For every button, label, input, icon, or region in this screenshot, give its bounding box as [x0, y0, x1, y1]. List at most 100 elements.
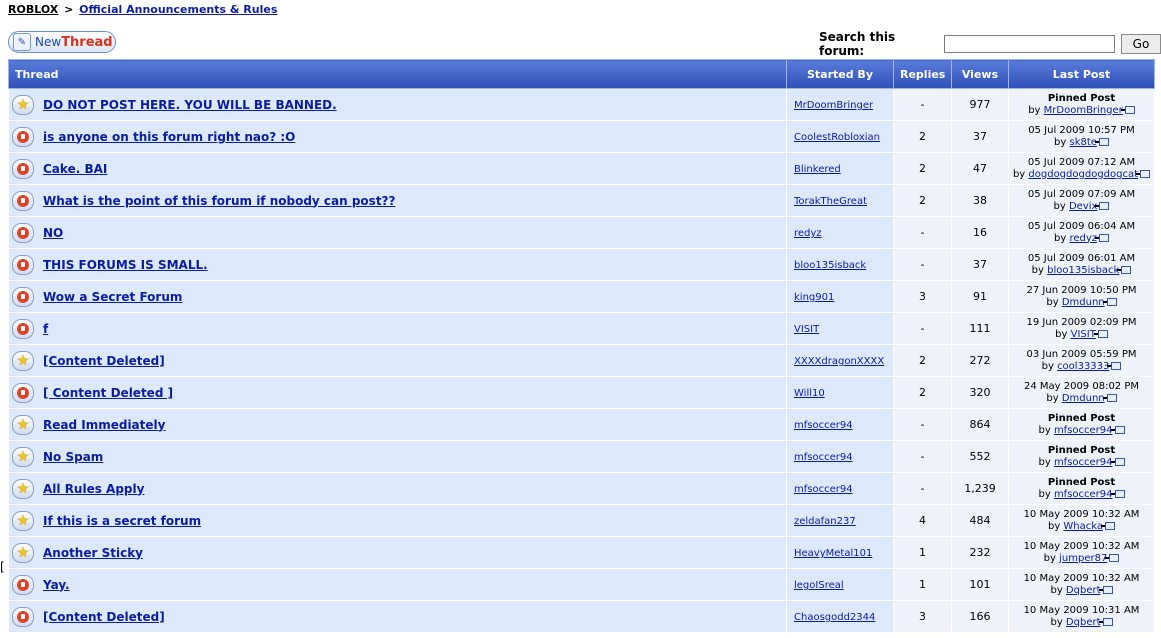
author-link[interactable]: mfsoccer94 — [794, 484, 853, 495]
thread-table: Thread Started By Replies Views Last Pos… — [8, 59, 1155, 633]
thread-title-link[interactable]: THIS FORUMS IS SMALL. — [43, 258, 208, 272]
last-post-author-link[interactable]: cool33333 — [1057, 361, 1109, 372]
go-button[interactable]: Go — [1121, 34, 1161, 54]
last-post-author-link[interactable]: bloo135isback — [1047, 265, 1119, 276]
replies-cell: - — [893, 88, 952, 121]
author-link[interactable]: Chaosgodd2344 — [794, 612, 875, 623]
last-post-cell: 05 Jul 2009 07:09 AM by Devix — [1008, 184, 1155, 217]
started-by-cell: mfsoccer94 — [786, 472, 894, 505]
go-to-last-post-icon[interactable] — [1105, 553, 1120, 562]
thread-title-link[interactable]: Yay. — [43, 578, 70, 592]
go-to-last-post-icon[interactable] — [1098, 585, 1113, 594]
thread-title-link[interactable]: Another Sticky — [43, 546, 143, 560]
go-to-last-post-icon[interactable] — [1098, 617, 1113, 626]
author-link[interactable]: bloo135isback — [794, 260, 866, 271]
breadcrumb-root-link[interactable]: ROBLOX — [8, 3, 58, 16]
views-cell: 977 — [951, 88, 1009, 121]
thread-title-link[interactable]: Wow a Secret Forum — [43, 290, 182, 304]
go-to-last-post-icon[interactable] — [1095, 201, 1110, 210]
last-post-by-prefix: by — [1043, 552, 1056, 564]
author-link[interactable]: mfsoccer94 — [794, 452, 853, 463]
thread-title-link[interactable]: Cake. BAI — [43, 162, 107, 176]
last-post-author-link[interactable]: jumper87 — [1059, 553, 1107, 564]
last-post-author-link[interactable]: mfsoccer94 — [1054, 425, 1113, 436]
last-post-by: by Dqbert — [1011, 617, 1152, 629]
views-cell: 38 — [951, 184, 1009, 217]
go-to-last-post-icon[interactable] — [1117, 265, 1132, 274]
go-to-last-post-icon[interactable] — [1095, 233, 1109, 242]
thread-title-link[interactable]: [ Content Deleted ] — [43, 386, 173, 400]
thread-title-link[interactable]: What is the point of this forum if nobod… — [43, 194, 395, 208]
author-link[interactable]: CoolestRobloxian — [794, 132, 880, 143]
new-thread-label-thread: Thread — [61, 34, 113, 50]
author-link[interactable]: MrDoomBringer — [794, 100, 873, 111]
last-post-author-link[interactable]: dogdogdogdogdogcat — [1028, 169, 1138, 180]
thread-title-link[interactable]: All Rules Apply — [43, 482, 144, 496]
last-post-author-link[interactable]: Dqbert — [1066, 585, 1101, 596]
last-post-label: 10 May 2009 10:31 AM — [1023, 604, 1140, 616]
go-to-last-post-icon[interactable] — [1136, 169, 1151, 178]
author-link[interactable]: VISIT — [794, 324, 819, 335]
author-link[interactable]: zeldafan237 — [794, 516, 856, 527]
author-link[interactable]: XXXXdragonXXXX — [794, 356, 884, 367]
go-to-last-post-icon[interactable] — [1093, 329, 1108, 338]
last-post-label: 05 Jul 2009 06:04 AM — [1027, 220, 1136, 232]
last-post-author-link[interactable]: Dmdunn — [1062, 393, 1105, 404]
author-link[interactable]: redyz — [794, 228, 822, 239]
last-post-by: by Dmdunn — [1011, 297, 1152, 309]
search-input[interactable] — [944, 35, 1115, 53]
go-to-last-post-icon[interactable] — [1110, 489, 1125, 498]
last-post-author-link[interactable]: mfsoccer94 — [1054, 457, 1113, 468]
author-link[interactable]: Will10 — [794, 388, 825, 399]
pencil-icon: ✎ — [13, 33, 31, 51]
last-post-by-prefix: by — [1055, 328, 1068, 340]
last-post-by-prefix: by — [1038, 424, 1051, 436]
last-post-author-link[interactable]: Dqbert — [1066, 617, 1101, 628]
last-post-author-link[interactable]: sk8te — [1070, 137, 1097, 148]
author-link[interactable]: king901 — [794, 292, 834, 303]
thread-cell: is anyone on this forum right nao? :O — [8, 120, 787, 153]
go-to-last-post-icon[interactable] — [1102, 297, 1117, 306]
last-post-author-link[interactable]: Devix — [1069, 201, 1097, 212]
views-cell: 101 — [951, 568, 1009, 601]
thread-title-link[interactable]: If this is a secret forum — [43, 514, 201, 528]
go-to-last-post-icon[interactable] — [1094, 137, 1109, 146]
thread-row: [Content Deleted] Chaosgodd2344 3 166 10 May… — [8, 600, 1155, 633]
replies-cell: - — [893, 408, 952, 441]
replies-cell: 2 — [893, 344, 952, 377]
go-to-last-post-icon[interactable] — [1102, 393, 1117, 402]
thread-title-link[interactable]: [Content Deleted] — [43, 610, 165, 624]
last-post-author-link[interactable]: Whacka — [1063, 521, 1103, 532]
author-link[interactable]: HeavyMetal101 — [794, 548, 872, 559]
go-to-last-post-icon[interactable] — [1110, 425, 1125, 434]
last-post-author-link[interactable]: mfsoccer94 — [1054, 489, 1113, 500]
last-post-author-link[interactable]: MrDoomBringer — [1044, 105, 1123, 116]
started-by-cell: CoolestRobloxian — [786, 120, 894, 153]
thread-title-link[interactable]: is anyone on this forum right nao? :O — [43, 130, 295, 144]
thread-title-link[interactable]: No Spam — [43, 450, 103, 464]
last-post-author-link[interactable]: redyz — [1069, 233, 1097, 244]
column-header-last-post: Last Post — [1008, 59, 1155, 89]
last-post-cell: Pinned Post by mfsoccer94 — [1008, 440, 1155, 473]
thread-title-link[interactable]: NO — [43, 226, 63, 240]
author-link[interactable]: mfsoccer94 — [794, 420, 853, 431]
thread-title-link[interactable]: f — [43, 322, 48, 336]
new-thread-button[interactable]: ✎ New Thread — [8, 31, 116, 53]
thread-title-link[interactable]: Read Immediately — [43, 418, 165, 432]
author-link[interactable]: TorakTheGreat — [794, 196, 867, 207]
go-to-last-post-icon[interactable] — [1101, 521, 1116, 530]
thread-title-link[interactable]: [Content Deleted] — [43, 354, 165, 368]
go-to-last-post-icon[interactable] — [1120, 105, 1135, 114]
breadcrumb-forum-link[interactable]: Official Announcements & Rules — [79, 3, 277, 16]
go-to-last-post-icon[interactable] — [1107, 361, 1122, 370]
thread-title-link[interactable]: DO NOT POST HERE. YOU WILL BE BANNED. — [43, 98, 337, 112]
last-post-author-link[interactable]: VISIT — [1071, 329, 1096, 340]
thread-cell: ★ Another Sticky — [8, 536, 787, 569]
last-post-by-prefix: by — [1038, 456, 1051, 468]
author-link[interactable]: legoISreal — [794, 580, 844, 591]
views-cell: 232 — [951, 536, 1009, 569]
author-link[interactable]: Blinkered — [794, 164, 841, 175]
last-post-by: by cool33333 — [1011, 361, 1152, 373]
last-post-author-link[interactable]: Dmdunn — [1062, 297, 1105, 308]
go-to-last-post-icon[interactable] — [1110, 457, 1125, 466]
